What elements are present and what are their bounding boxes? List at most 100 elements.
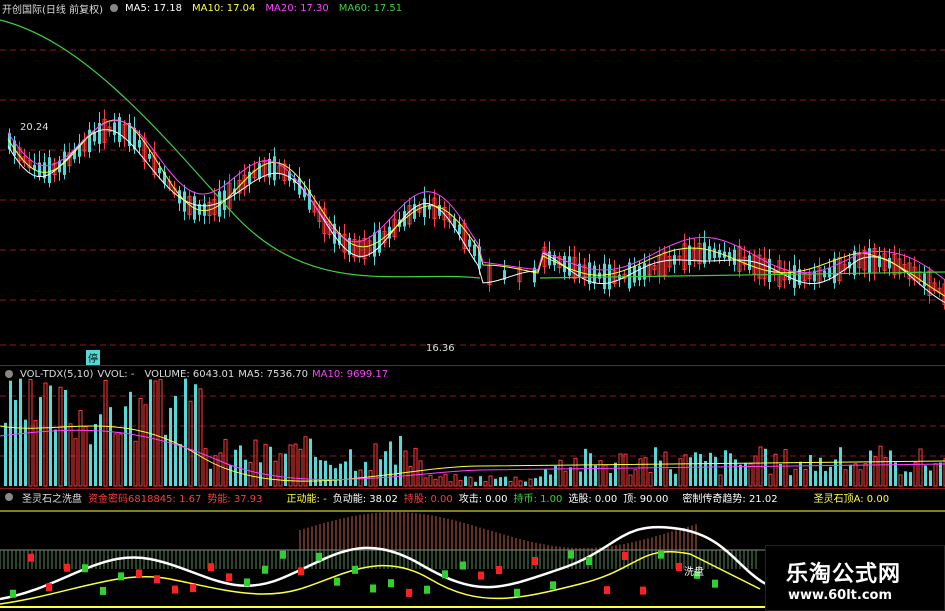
settings-icon[interactable] [5,370,13,378]
candle-body-down [638,265,641,281]
volume-bar-down [394,464,397,486]
price-chart-panel[interactable]: 开创国际(日线 前复权) MA5: 17.18 MA10: 17.04 MA20… [0,0,945,365]
volume-bar-down [824,470,827,486]
volume-bar-down [549,474,552,486]
candle-body-down [643,263,646,280]
volume-bar-up [558,459,563,487]
positive-energy-value: 正动能: - [286,493,327,505]
volume-chart [0,378,945,487]
volume-bar-down [534,478,537,486]
volume-bar-up [428,474,433,487]
vvol-value: VVOL: - [97,368,135,380]
volume-bar-up [218,452,223,487]
trend-value: 密制传奇趋势: 21.02 [682,493,778,505]
volume-bar-down [849,464,852,486]
ma10-value: MA10: 17.04 [192,2,256,14]
volume-bar-up [633,469,638,487]
settings-icon[interactable] [109,4,118,12]
volume-bar-up [663,451,668,487]
down-step-marker [424,585,430,594]
settings-icon[interactable] [5,493,13,501]
volume-bar-down [704,461,707,486]
up-step-marker [676,562,682,571]
volume-bar-down [244,459,247,486]
up-step-marker [64,563,70,572]
low-price-label: 16.36 [426,343,455,354]
up-step-marker [190,584,196,593]
volume-bar-down [94,424,97,486]
volume-bar-down [614,462,617,486]
down-step-marker [586,557,592,566]
candle-body-down [48,157,51,184]
volume-bar-down [324,460,327,486]
volume-bar-up [748,463,753,487]
candle-body-down [158,168,161,174]
volume-panel[interactable]: VOL-TDX(5,10) VVOL: - VOLUME: 6043.01 MA… [0,366,945,488]
volume-bar-up [278,453,283,487]
up-step-marker [478,571,484,580]
volume-bar-up [483,481,488,487]
volume-bar-up [138,397,143,487]
volume-bar-down [809,454,812,486]
down-step-marker [10,589,16,598]
volume-bar-down [499,477,502,486]
ma20-line [7,120,945,281]
volume-bar-down [179,444,182,486]
volume-bar-down [834,459,837,486]
volume-bar-down [54,429,57,486]
volume-bar-up [253,439,258,487]
volume-bar-down [494,478,497,486]
volume-bar-up [488,475,493,487]
volume-bar-down [709,452,712,486]
volume-bar-up [718,474,723,487]
price-header: 开创国际(日线 前复权) MA5: 17.18 MA10: 17.04 MA20… [0,0,402,16]
volume-bar-up [373,443,378,487]
volume-bar-up [873,456,878,487]
candle-body-down [563,255,566,273]
volume-bar-down [49,385,52,486]
down-step-marker [370,584,376,593]
volume-bar-down [584,448,587,486]
volume-bar-up [623,453,628,487]
volume-bar-down [669,469,672,486]
stone-top-value: 圣灵石顶A: 0.00 [813,493,890,505]
volume-bar-down [64,389,67,486]
volume-bar-up [413,447,418,487]
volume-bar-up [843,469,848,487]
volume-bar-down [814,470,817,486]
down-step-marker [568,550,574,559]
volume-bar-up [518,480,523,487]
volume-bar-up [423,477,428,487]
volume-bar-down [209,468,212,486]
volume-bar-up [678,458,683,487]
volume-bar-up [408,466,413,487]
volume-bar-up [648,471,653,487]
volume-bar-up [198,388,203,487]
volume-bar-up [273,460,278,487]
volume-bar-down [364,461,367,486]
price-chart [0,19,945,346]
attack-value: 攻击: 0.00 [458,493,508,505]
volume-bar-down [609,472,612,486]
volume-bar-down [174,396,177,486]
up-step-marker [154,575,160,584]
candle-body-down [708,246,711,260]
volume-bar-down [829,466,832,486]
up-step-marker [640,586,646,595]
volume-bar-down [939,462,942,486]
candle-body-down [793,265,796,288]
volume-bar-down [39,397,42,486]
volume-bar-up [113,433,118,487]
volume-bar-down [269,446,272,486]
candle-body-down [728,252,731,260]
volume-bar-up [638,458,643,487]
volume-bar-up [458,479,463,487]
volume-bar-down [569,467,572,486]
candle-body-down [713,248,716,259]
volume-bar-down [169,407,172,486]
watermark-url: www.60lt.com [788,588,893,603]
volume-bar-up [563,470,568,487]
volume-bar-down [14,399,17,486]
wash-label: 洗盘 [684,567,704,578]
volume-bar-up [513,476,518,487]
